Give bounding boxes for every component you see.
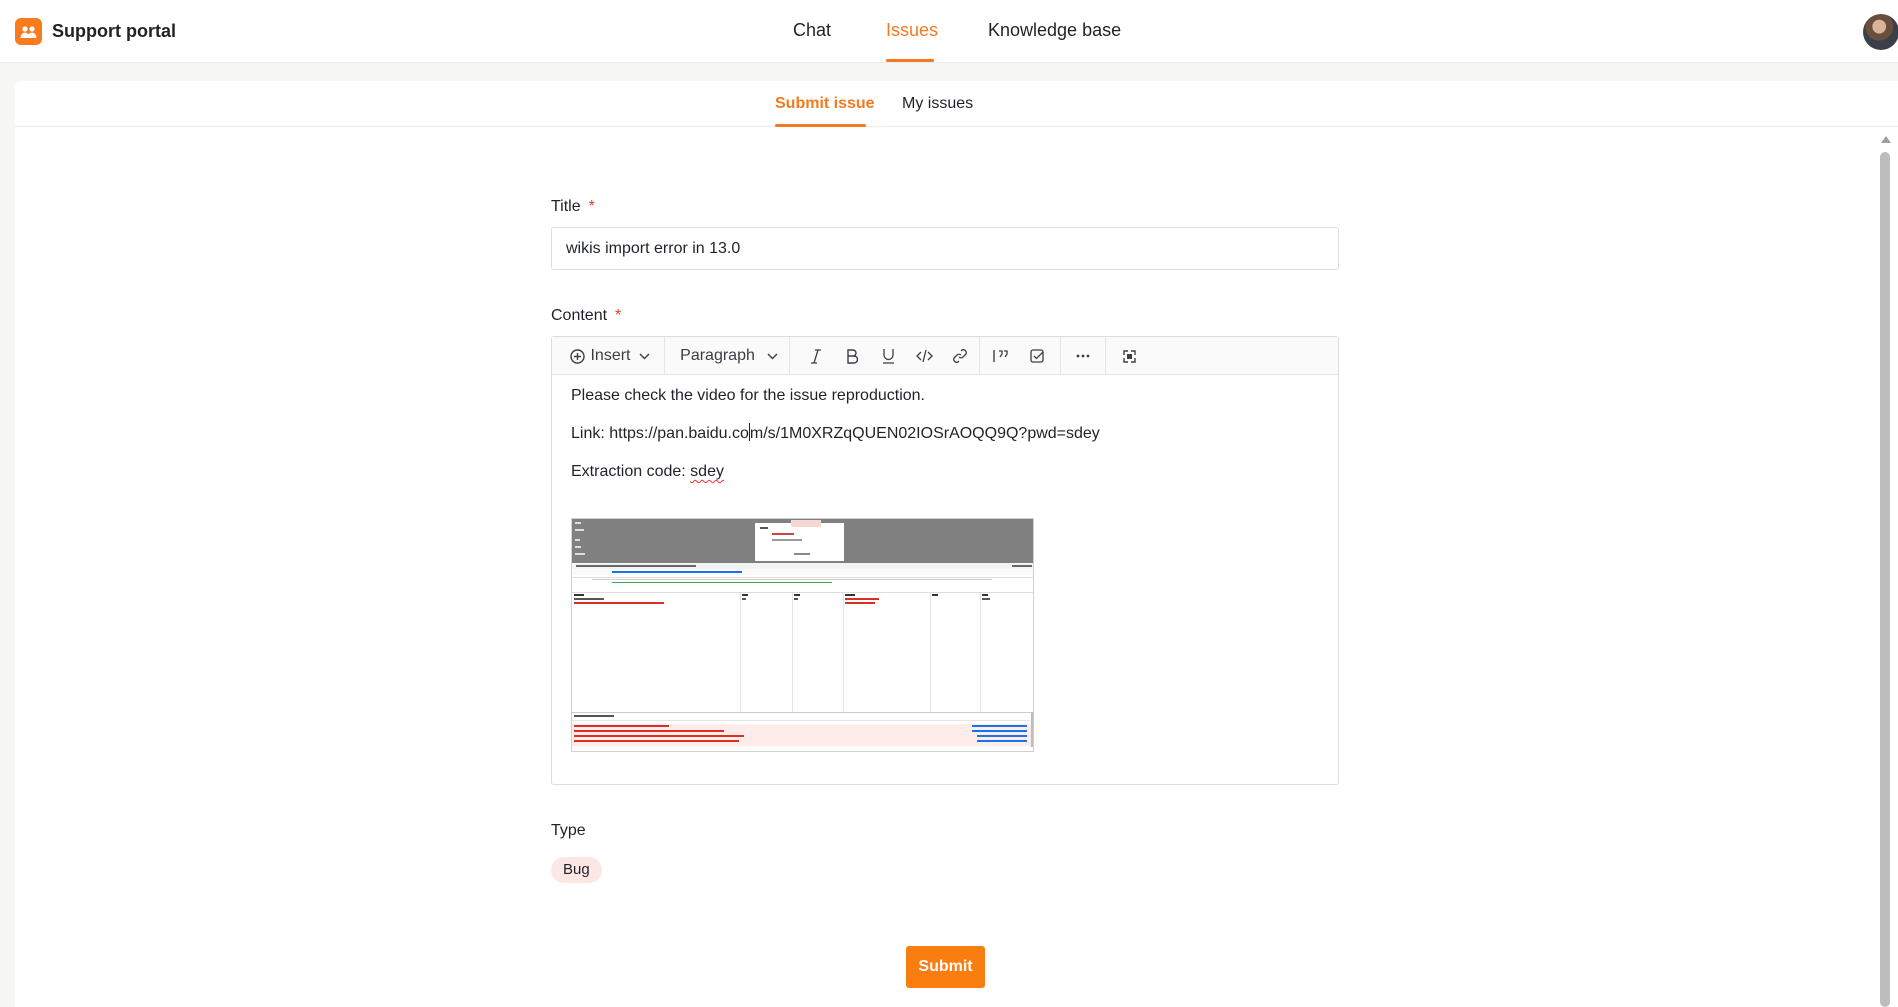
extraction-code: sdey [690, 463, 724, 480]
subtab-active-indicator [775, 124, 866, 127]
top-bar: Support portal Chat Issues Knowledge bas… [0, 0, 1898, 63]
type-label: Type [551, 822, 586, 839]
editor-toolbar: Insert Paragraph [552, 337, 1338, 375]
fullscreen-icon[interactable] [1117, 337, 1141, 375]
bold-icon[interactable] [840, 337, 864, 375]
nav-issues[interactable]: Issues [886, 20, 938, 41]
paragraph-text: Please check the video for the issue rep… [571, 387, 925, 404]
rich-text-editor[interactable]: Insert Paragraph Please check the video … [551, 336, 1339, 785]
title-label-text: Title [551, 198, 581, 215]
block-type-label: Paragraph [680, 347, 755, 364]
editor-content[interactable]: Please check the video for the issue rep… [571, 385, 1321, 499]
plus-circle-icon [570, 348, 586, 364]
content-label: Content * [551, 307, 621, 325]
paragraph: Extraction code: sdey [571, 461, 1321, 499]
toolbar-divider [1105, 337, 1106, 375]
content-label-text: Content [551, 307, 608, 324]
submit-button[interactable]: Submit [906, 946, 985, 988]
paragraph: Please check the video for the issue rep… [571, 385, 1321, 423]
chevron-down-icon [767, 353, 778, 360]
toolbar-divider [664, 337, 665, 375]
link-text-start: Link: https://pan.baidu.co [571, 425, 749, 442]
paragraph: Link: https://pan.baidu.com/s/1M0XRZqQUE… [571, 423, 1321, 461]
underline-icon[interactable] [876, 337, 900, 375]
link-text-end: m/s/1M0XRZqQUEN02IOSrAOQQ9Q?pwd=sdey [749, 425, 1100, 442]
embedded-screenshot-image[interactable] [571, 518, 1034, 752]
toolbar-divider [789, 337, 790, 375]
italic-icon[interactable] [804, 337, 828, 375]
nav-chat[interactable]: Chat [793, 20, 831, 41]
toolbar-divider [1060, 337, 1061, 375]
nav-active-indicator [886, 59, 934, 62]
avatar[interactable] [1863, 14, 1898, 50]
required-mark: * [588, 198, 595, 215]
type-tag-bug[interactable]: Bug [551, 857, 602, 883]
quote-icon[interactable] [989, 337, 1013, 375]
sub-tabs: Submit issue My issues [15, 81, 1898, 127]
code-icon[interactable] [912, 337, 936, 375]
link-icon[interactable] [948, 337, 972, 375]
tab-my-issues[interactable]: My issues [902, 95, 973, 113]
checklist-icon[interactable] [1025, 337, 1049, 375]
block-type-select[interactable]: Paragraph [680, 337, 778, 375]
title-input[interactable]: wikis import error in 13.0 [551, 227, 1339, 270]
chevron-down-icon [639, 353, 650, 360]
title-label: Title * [551, 198, 595, 216]
extraction-label: Extraction code: [571, 463, 691, 480]
nav-knowledge-base[interactable]: Knowledge base [988, 20, 1121, 41]
scrollbar-thumb[interactable] [1880, 152, 1890, 1007]
insert-label: Insert [590, 347, 631, 364]
more-icon[interactable] [1071, 337, 1095, 375]
insert-button[interactable]: Insert [570, 337, 650, 375]
tab-submit-issue[interactable]: Submit issue [775, 95, 875, 113]
required-mark: * [615, 307, 622, 324]
main-nav: Chat Issues Knowledge base [0, 0, 1898, 63]
scroll-up-icon[interactable] [1881, 136, 1891, 143]
toolbar-divider [979, 337, 980, 375]
